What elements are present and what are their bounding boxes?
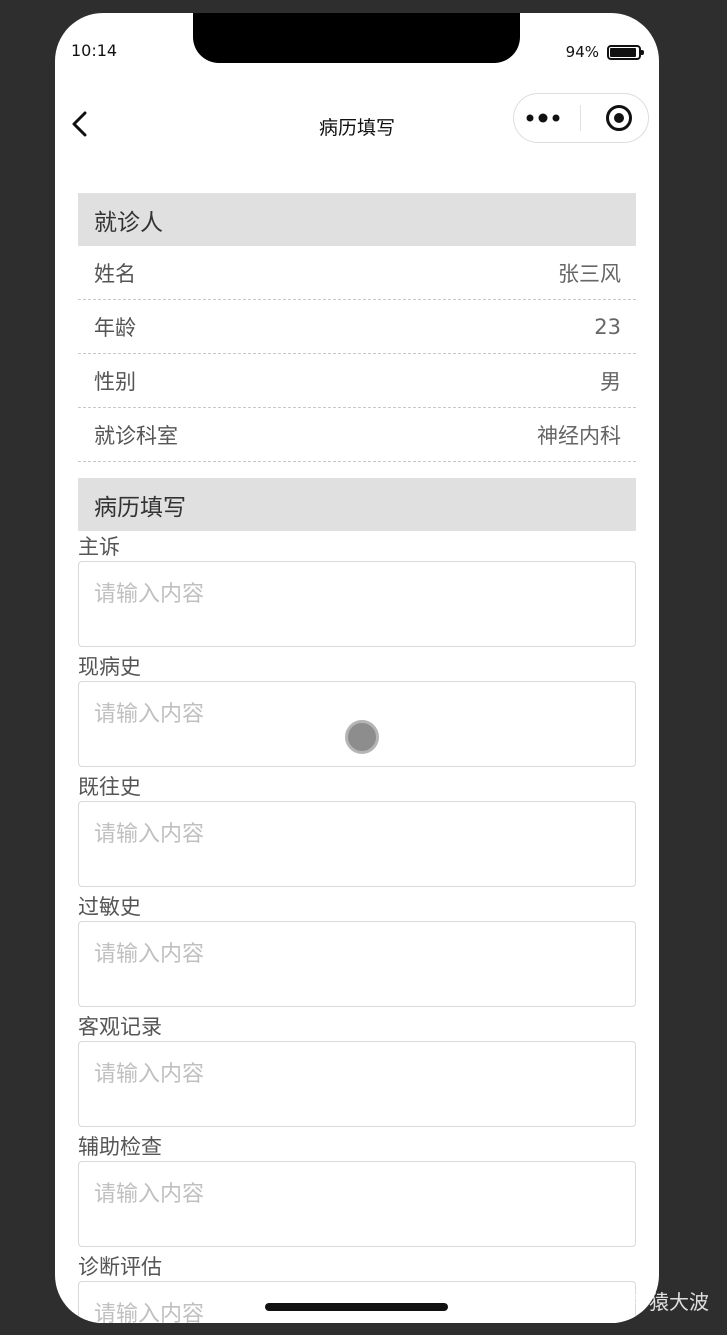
status-right: 94% [565, 43, 644, 61]
objective-record-input[interactable] [78, 1041, 636, 1127]
watermark: 知乎 @程序猿大波 [542, 1290, 709, 1314]
nav-bar: 病历填写 [55, 93, 659, 153]
battery-icon [607, 44, 644, 60]
field-label-chief-complaint: 主诉 [78, 535, 120, 559]
field-label-present-illness: 现病史 [78, 655, 141, 679]
mini-program-capsule [513, 93, 649, 143]
info-row-department: 就诊科室 神经内科 [78, 408, 636, 462]
info-row-name: 姓名 张三风 [78, 246, 636, 300]
field-label-past-history: 既往史 [78, 775, 141, 799]
info-label: 年龄 [94, 315, 136, 340]
field-label-allergy-history: 过敏史 [78, 895, 141, 919]
target-icon[interactable] [599, 103, 639, 133]
info-value: 神经内科 [537, 423, 621, 448]
field-label-diagnosis: 诊断评估 [78, 1255, 162, 1279]
allergy-history-input[interactable] [78, 921, 636, 1007]
status-time: 10:14 [71, 41, 118, 60]
info-value: 23 [594, 314, 621, 339]
content: 就诊人 姓名 张三风 年龄 23 性别 男 就诊科室 神经内科 病历填写 主诉 … [78, 193, 636, 1323]
info-row-age: 年龄 23 [78, 300, 636, 354]
capsule-divider [580, 105, 582, 131]
info-value: 张三风 [558, 261, 621, 286]
field-label-auxiliary-exam: 辅助检查 [78, 1135, 162, 1159]
battery-percent: 94% [565, 43, 599, 61]
auxiliary-exam-input[interactable] [78, 1161, 636, 1247]
info-label: 性别 [94, 369, 136, 394]
field-label-objective-record: 客观记录 [78, 1015, 162, 1039]
phone-frame: 10:14 94% 病历填写 就诊人 姓名 张三风 年龄 23 性别 男 就诊科… [55, 13, 659, 1323]
info-label: 就诊科室 [94, 423, 178, 448]
chief-complaint-input[interactable] [78, 561, 636, 647]
more-dots-icon[interactable] [523, 103, 563, 133]
home-indicator[interactable] [265, 1303, 448, 1311]
patient-section-header: 就诊人 [78, 193, 636, 246]
past-history-input[interactable] [78, 801, 636, 887]
touch-indicator [345, 720, 379, 754]
info-label: 姓名 [94, 261, 136, 286]
info-value: 男 [600, 369, 621, 394]
battery-fill [610, 47, 637, 57]
info-row-gender: 性别 男 [78, 354, 636, 408]
record-section-header: 病历填写 [78, 478, 636, 531]
notch [193, 13, 520, 63]
